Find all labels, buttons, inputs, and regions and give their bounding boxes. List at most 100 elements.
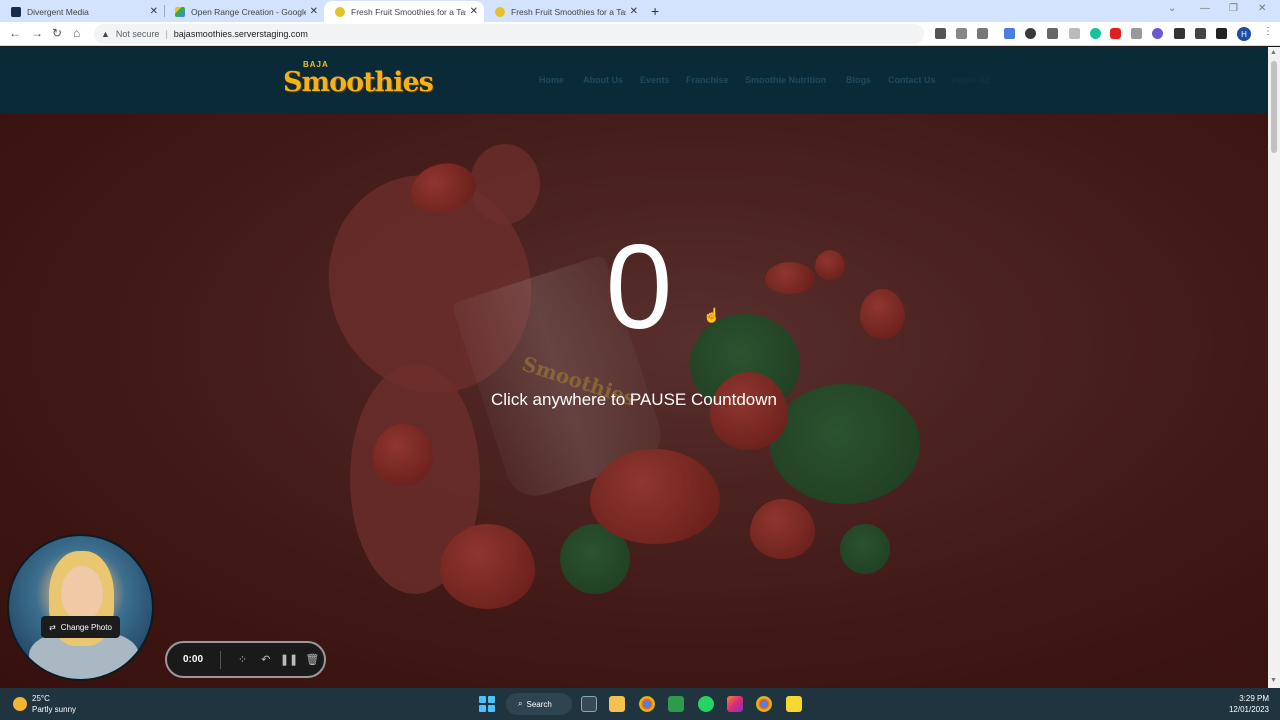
windows-start-icon[interactable]	[479, 696, 495, 712]
nav-franchise[interactable]: Franchise	[686, 75, 729, 85]
app-icon[interactable]	[668, 696, 684, 712]
recording-timer: 0:00	[183, 654, 204, 665]
file-explorer-icon[interactable]	[609, 696, 625, 712]
bookmark-star-icon[interactable]	[977, 28, 988, 39]
scroll-down-icon[interactable]: ▼	[1270, 677, 1277, 684]
pause-icon[interactable]: ❚❚	[277, 653, 300, 666]
tab-title: Fresh Fruit Smoothies for a Tasty	[351, 6, 466, 17]
nav-contact-us[interactable]: Contact Us	[888, 75, 936, 85]
youtube-extension-icon[interactable]	[1110, 28, 1121, 39]
close-icon[interactable]: ✕	[310, 6, 318, 17]
close-icon[interactable]: ✕	[630, 6, 638, 17]
minimize-icon[interactable]: —	[1200, 3, 1210, 14]
puzzle-extensions-icon[interactable]	[1174, 28, 1185, 39]
extension-icon[interactable]	[1004, 28, 1015, 39]
partly-sunny-icon	[13, 697, 27, 711]
restore-icon[interactable]: ❐	[1229, 3, 1238, 14]
tab-fresh-fruit-smoothies-active[interactable]: Fresh Fruit Smoothies for a Tasty ✕	[324, 1, 484, 22]
sticky-notes-icon[interactable]	[786, 696, 802, 712]
change-photo-button[interactable]: ⇄ Change Photo	[41, 616, 120, 638]
kebab-menu-icon[interactable]: ⋮	[1263, 26, 1273, 37]
tab-title: Open Range Creation - Google D	[191, 6, 306, 17]
tab-search-chevron-icon[interactable]: ⌄	[1168, 3, 1176, 14]
google-drive-favicon-icon	[175, 6, 185, 17]
extension-icon[interactable]	[1131, 28, 1142, 39]
countdown-number: 0	[605, 220, 673, 354]
chrome-icon[interactable]	[639, 696, 655, 712]
presenter-face	[61, 566, 103, 621]
weather-temp: 25°C	[32, 694, 50, 703]
grammarly-icon[interactable]	[1090, 28, 1101, 39]
close-icon[interactable]: ✕	[470, 6, 478, 17]
logo-smoothies-text: Smoothies	[283, 67, 434, 98]
extension-icon[interactable]	[1069, 28, 1080, 39]
scroll-up-icon[interactable]: ▲	[1270, 49, 1277, 56]
tab-title: Divergent Media	[27, 6, 89, 17]
scrollbar-thumb[interactable]	[1271, 61, 1277, 153]
reload-icon[interactable]: ↻	[52, 26, 62, 40]
browser-toolbar: ← → ↻ ⌂ ▲ Not secure | bajasmoothies.ser…	[0, 22, 1280, 46]
countdown-message[interactable]: Click anywhere to PAUSE Countdown	[0, 390, 1268, 410]
whatsapp-icon[interactable]	[698, 696, 714, 712]
home-icon[interactable]: ⌂	[73, 26, 80, 40]
share-icon[interactable]	[956, 28, 967, 39]
nav-about-us[interactable]: About Us	[583, 75, 623, 85]
extension-icon[interactable]	[1152, 28, 1163, 39]
tab-fresh-fruit-smoothies[interactable]: Fresh Fruit Smoothies for a Tasty ✕	[484, 1, 644, 22]
hand-cursor-icon: ☝	[703, 307, 721, 323]
change-photo-label: Change Photo	[60, 622, 112, 632]
instagram-icon[interactable]	[727, 696, 743, 712]
web-page: BAJA Smoothies Home About Us Events Fran…	[0, 47, 1268, 688]
recorder-toolbar: 0:00 ⁘ ↶ ❚❚ 🗑	[165, 641, 326, 678]
tab-open-range-creation[interactable]: Open Range Creation - Google D ✕	[164, 1, 324, 22]
tab-divergent-media[interactable]: Divergent Media ✕	[0, 1, 164, 22]
extension-icon[interactable]	[1025, 28, 1036, 39]
smoothies-favicon-icon	[495, 6, 505, 17]
nav-smoothie-nutrition[interactable]: Smoothie Nutrition	[745, 75, 826, 85]
window-close-icon[interactable]: ✕	[1258, 3, 1266, 14]
windows-taskbar: 25°C Partly sunny ⌕ Search 3:29 PM 12/01…	[0, 688, 1280, 720]
site-header: BAJA Smoothies Home About Us Events Fran…	[0, 47, 1268, 114]
baja-smoothies-logo[interactable]: BAJA Smoothies	[283, 60, 434, 100]
chrome-profile-icon[interactable]	[756, 696, 772, 712]
address-bar[interactable]: ▲ Not secure | bajasmoothies.serverstagi…	[94, 24, 924, 44]
extension-icon[interactable]	[1047, 28, 1058, 39]
swap-icon: ⇄	[49, 622, 56, 632]
new-tab-button[interactable]: +	[651, 3, 659, 19]
webcam-preview	[7, 534, 154, 681]
nav-home-2[interactable]: Home #2	[952, 75, 990, 85]
weather-condition: Partly sunny	[32, 705, 77, 714]
drag-handle-icon[interactable]: ⁘	[231, 653, 254, 666]
smoothies-favicon-icon	[335, 6, 345, 17]
toolbar-divider	[219, 650, 221, 669]
nav-home[interactable]: Home	[539, 75, 564, 85]
search-icon: ⌕	[518, 699, 523, 708]
system-clock[interactable]: 3:29 PM 12/01/2023	[1225, 693, 1269, 715]
url-text[interactable]: bajasmoothies.serverstaging.com	[174, 29, 308, 39]
forward-arrow-icon[interactable]: →	[31, 26, 43, 40]
omnibox-divider: |	[165, 29, 168, 39]
side-panel-icon[interactable]	[1216, 28, 1227, 39]
profile-avatar[interactable]: H	[1237, 27, 1251, 41]
close-icon[interactable]: ✕	[150, 6, 158, 17]
camera-icon[interactable]	[935, 28, 946, 39]
task-view-icon[interactable]	[581, 696, 597, 712]
warning-icon[interactable]: ▲	[101, 29, 110, 39]
security-label[interactable]: Not secure	[116, 29, 160, 39]
tab-title: Fresh Fruit Smoothies for a Tasty	[511, 6, 626, 17]
page-scrollbar[interactable]: ▲ ▼	[1268, 47, 1280, 688]
browser-tab-bar: Divergent Media ✕ Open Range Creation - …	[0, 0, 1280, 22]
taskbar-search-button[interactable]: ⌕ Search	[506, 693, 572, 715]
back-arrow-icon[interactable]: ←	[9, 26, 21, 40]
hero-section[interactable]: Smoothies 0 Click anywhere to PAUSE Coun…	[0, 114, 1268, 688]
clock-time: 3:29 PM	[1239, 694, 1269, 703]
clock-date: 12/01/2023	[1228, 705, 1269, 714]
undo-icon[interactable]: ↶	[254, 653, 277, 666]
divergent-favicon-icon	[11, 6, 21, 17]
taskbar-search-label: Search	[526, 699, 552, 709]
weather-widget[interactable]: 25°C Partly sunny	[13, 693, 76, 715]
nav-events[interactable]: Events	[640, 75, 670, 85]
reading-list-icon[interactable]	[1195, 28, 1206, 39]
trash-icon[interactable]: 🗑	[301, 653, 324, 666]
nav-blogs[interactable]: Blogs	[846, 75, 871, 85]
